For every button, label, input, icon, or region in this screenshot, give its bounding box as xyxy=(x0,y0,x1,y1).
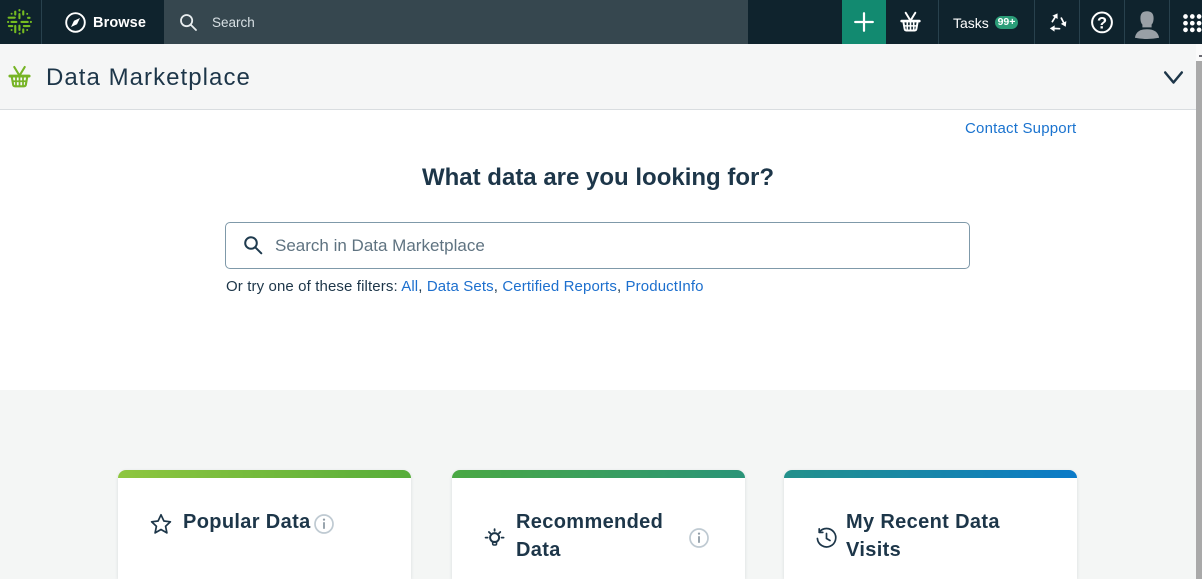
svg-text:?: ? xyxy=(1097,15,1107,33)
